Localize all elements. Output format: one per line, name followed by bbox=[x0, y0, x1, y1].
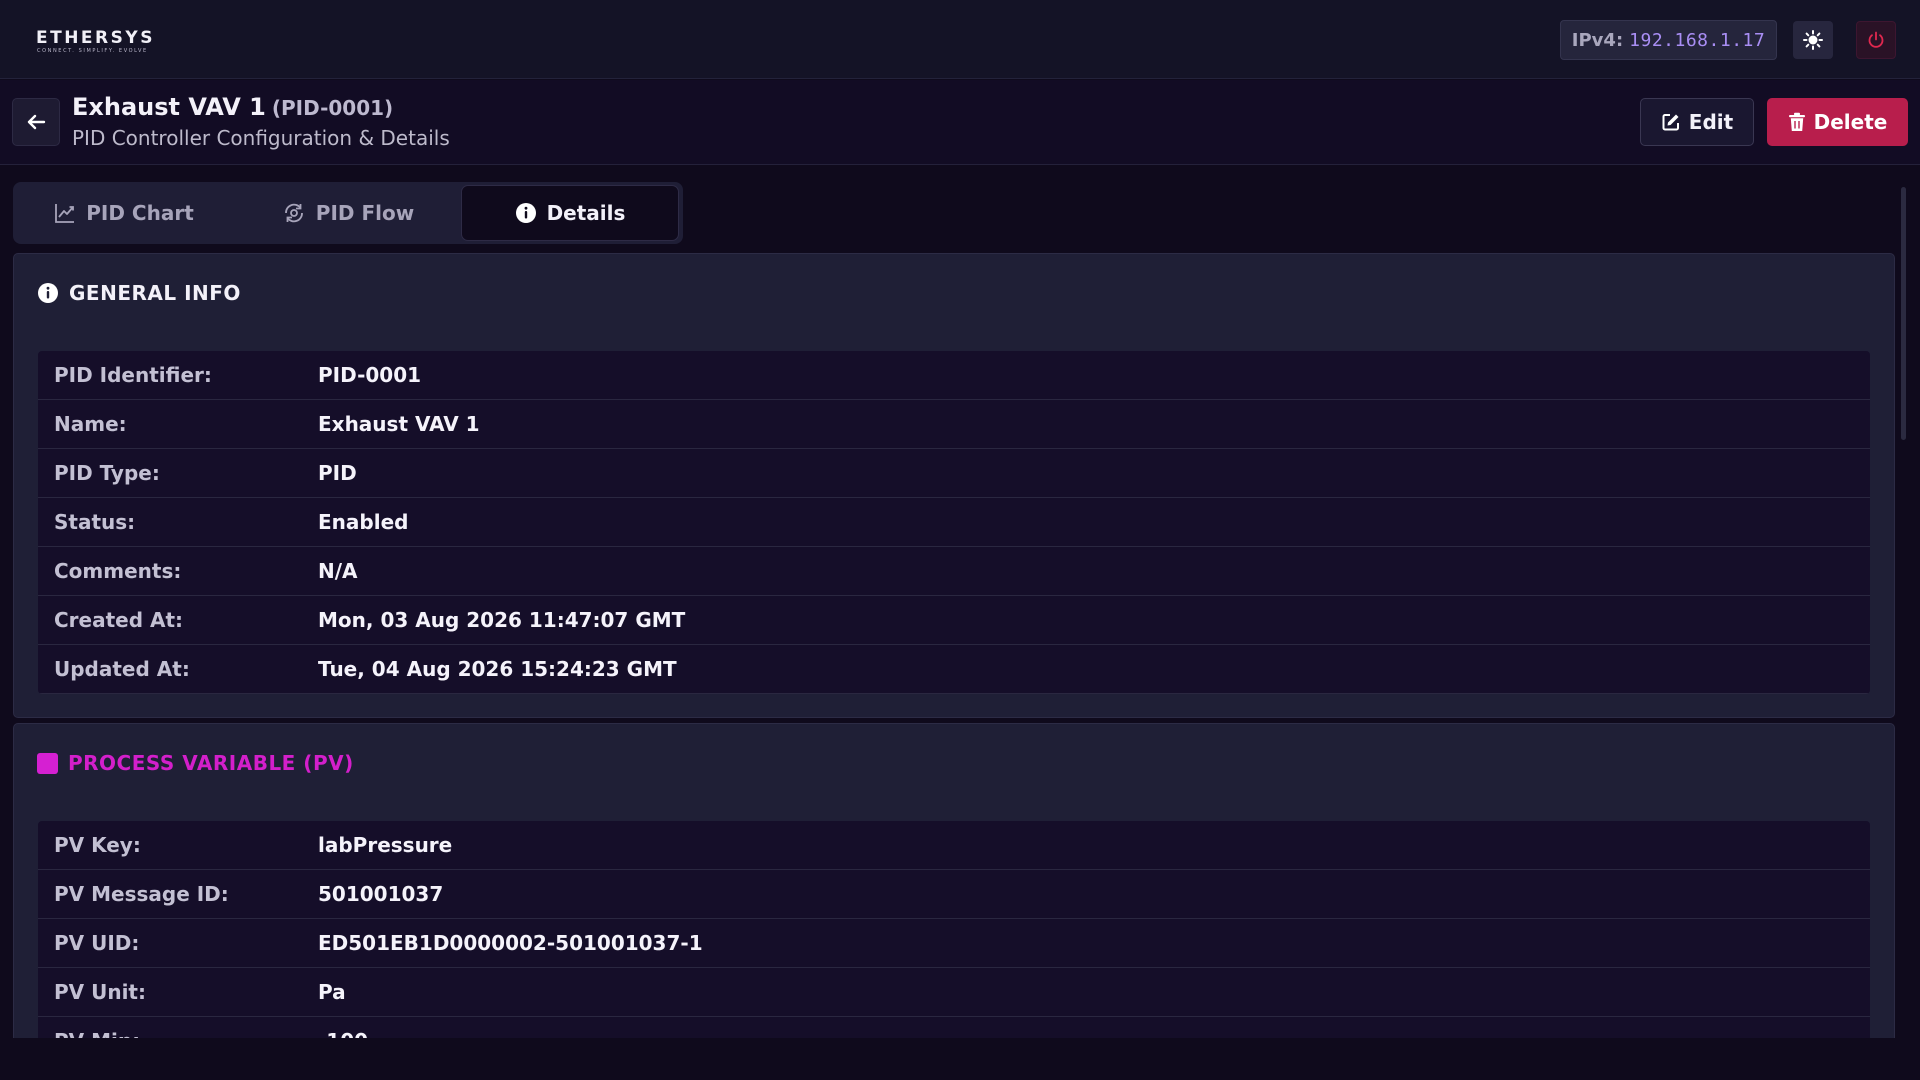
sun-icon bbox=[1803, 30, 1823, 50]
trash-icon bbox=[1788, 112, 1805, 131]
theme-toggle-button[interactable] bbox=[1793, 21, 1833, 59]
top-bar: ETHERSYS CONNECT. SIMPLIFY. EVOLVE IPv4:… bbox=[0, 0, 1920, 79]
tab-label: PID Flow bbox=[315, 201, 415, 225]
row-label: Created At: bbox=[54, 608, 184, 632]
power-icon bbox=[1868, 31, 1884, 48]
table-row: Created At: Mon, 03 Aug 2026 11:47:07 GM… bbox=[38, 596, 1870, 645]
general-info-card: GENERAL INFO PID Identifier: PID-0001 Na… bbox=[13, 253, 1895, 718]
table-row: PID Type: PID bbox=[38, 449, 1870, 498]
edit-label: Edit bbox=[1688, 110, 1734, 134]
page-title-id: (PID-0001) bbox=[271, 96, 394, 120]
table-row: PV UID: ED501EB1D0000002-501001037-1 bbox=[38, 919, 1870, 968]
back-button[interactable] bbox=[12, 98, 60, 146]
delete-button[interactable]: Delete bbox=[1767, 98, 1908, 146]
process-variable-heading: PROCESS VARIABLE (PV) bbox=[37, 751, 354, 775]
tab-details[interactable]: Details bbox=[461, 185, 679, 241]
row-value: Enabled bbox=[318, 510, 409, 534]
row-label: PID Identifier: bbox=[54, 363, 212, 387]
row-value: Pa bbox=[318, 980, 346, 1004]
row-label: Comments: bbox=[54, 559, 182, 583]
row-value: PID-0001 bbox=[318, 363, 422, 387]
table-row: PV Unit: Pa bbox=[38, 968, 1870, 1017]
table-row: Status: Enabled bbox=[38, 498, 1870, 547]
scrollbar-thumb[interactable] bbox=[1901, 187, 1906, 440]
info-icon bbox=[515, 203, 536, 223]
table-row: PV Key: labPressure bbox=[38, 821, 1870, 870]
tab-bar: PID Chart PID Flow Details bbox=[13, 182, 683, 244]
row-value: PID bbox=[318, 461, 357, 485]
page-title-text: Exhaust VAV 1 bbox=[72, 93, 266, 121]
row-value: Tue, 04 Aug 2026 15:24:23 GMT bbox=[318, 657, 677, 681]
tab-pid-flow[interactable]: PID Flow bbox=[235, 185, 461, 241]
row-label: Status: bbox=[54, 510, 136, 534]
flow-icon bbox=[284, 203, 303, 223]
logo: ETHERSYS bbox=[36, 28, 155, 48]
row-label: PID Type: bbox=[54, 461, 160, 485]
table-row: PID Identifier: PID-0001 bbox=[38, 351, 1870, 400]
logo-tagline: CONNECT. SIMPLIFY. EVOLVE bbox=[37, 48, 148, 54]
table-row: Comments: N/A bbox=[38, 547, 1870, 596]
tab-label: Details bbox=[546, 201, 626, 225]
row-value: labPressure bbox=[318, 833, 453, 857]
general-info-heading: GENERAL INFO bbox=[37, 281, 241, 305]
general-info-title: GENERAL INFO bbox=[69, 281, 241, 305]
line-chart-icon bbox=[55, 204, 75, 223]
row-label: PV Unit: bbox=[54, 980, 146, 1004]
power-button[interactable] bbox=[1856, 21, 1896, 59]
tab-label: PID Chart bbox=[86, 201, 194, 225]
pv-color-swatch bbox=[37, 752, 58, 774]
row-label: PV UID: bbox=[54, 931, 140, 955]
page-subtitle: PID Controller Configuration & Details bbox=[72, 126, 450, 150]
row-value: Exhaust VAV 1 bbox=[318, 412, 480, 436]
ip-value: 192.168.1.17 bbox=[1629, 29, 1766, 51]
row-value: 501001037 bbox=[318, 882, 444, 906]
info-icon bbox=[38, 283, 58, 303]
process-variable-title: PROCESS VARIABLE (PV) bbox=[68, 751, 354, 775]
arrow-left-icon bbox=[27, 114, 46, 130]
process-variable-table: PV Key: labPressure PV Message ID: 50100… bbox=[38, 821, 1870, 1062]
page-header: Exhaust VAV 1 (PID-0001) PID Controller C… bbox=[0, 80, 1920, 165]
table-row: Name: Exhaust VAV 1 bbox=[38, 400, 1870, 449]
row-label: PV Key: bbox=[54, 833, 141, 857]
general-info-table: PID Identifier: PID-0001 Name: Exhaust V… bbox=[38, 351, 1870, 694]
edit-icon bbox=[1662, 114, 1679, 131]
row-value: Mon, 03 Aug 2026 11:47:07 GMT bbox=[318, 608, 686, 632]
delete-label: Delete bbox=[1813, 110, 1888, 134]
ip-label: IPv4: bbox=[1571, 29, 1624, 51]
row-value: N/A bbox=[318, 559, 358, 583]
tab-pid-chart[interactable]: PID Chart bbox=[13, 185, 235, 241]
ip-address-badge: IPv4: 192.168.1.17 bbox=[1560, 20, 1777, 60]
page-title: Exhaust VAV 1 (PID-0001) bbox=[72, 93, 393, 121]
row-label: PV Message ID: bbox=[54, 882, 229, 906]
row-label: Name: bbox=[54, 412, 127, 436]
bottom-strip bbox=[0, 1038, 1920, 1080]
edit-button[interactable]: Edit bbox=[1640, 98, 1754, 146]
table-row: Updated At: Tue, 04 Aug 2026 15:24:23 GM… bbox=[38, 645, 1870, 694]
table-row: PV Message ID: 501001037 bbox=[38, 870, 1870, 919]
row-value: ED501EB1D0000002-501001037-1 bbox=[318, 931, 703, 955]
row-label: Updated At: bbox=[54, 657, 190, 681]
process-variable-card: PROCESS VARIABLE (PV) PV Key: labPressur… bbox=[13, 723, 1895, 1063]
